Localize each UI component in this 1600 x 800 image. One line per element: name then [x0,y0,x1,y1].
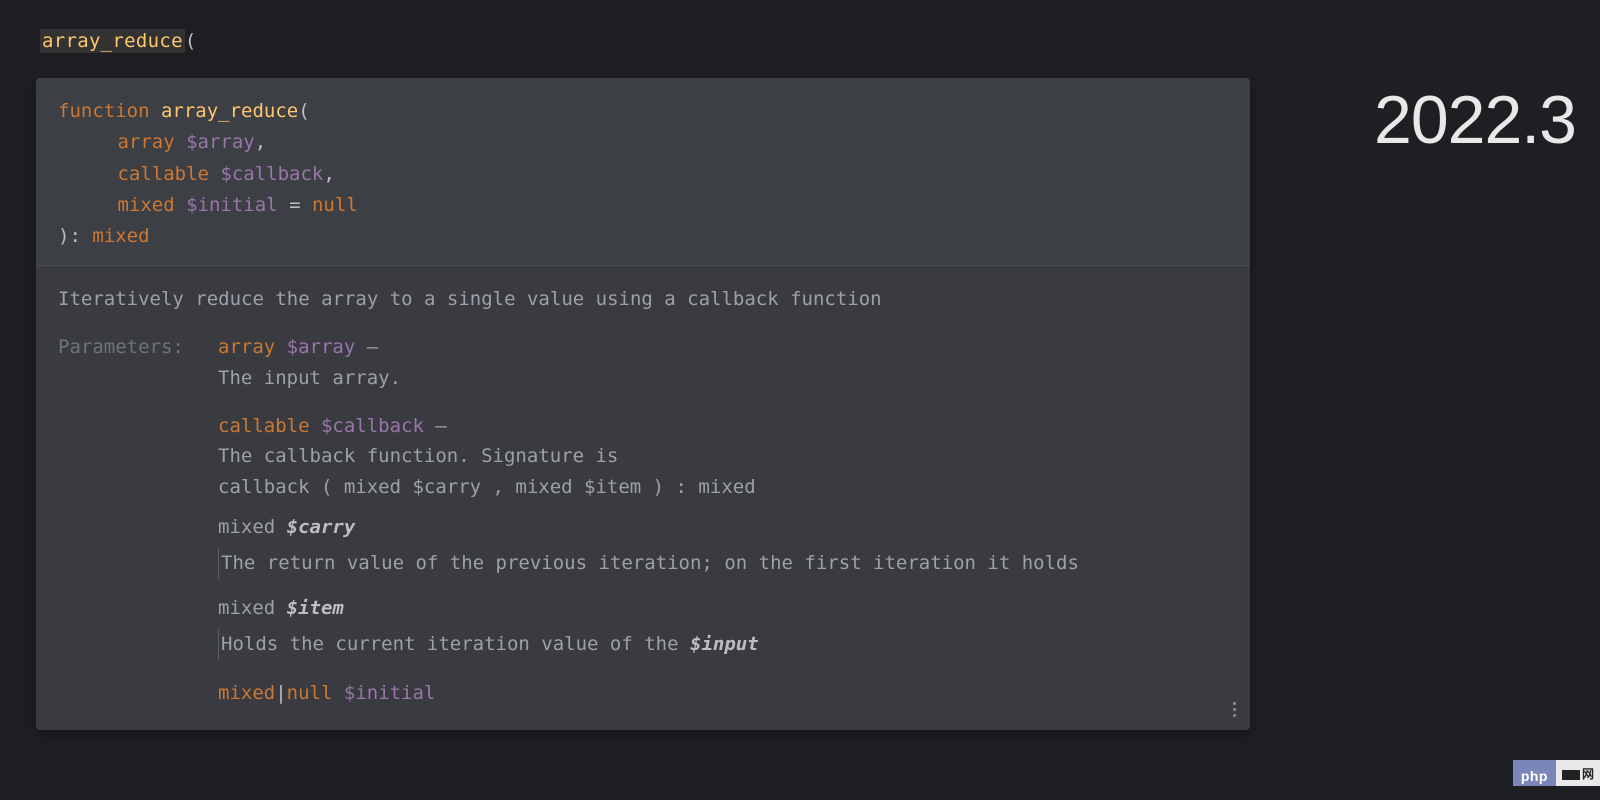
signature-param-name: $initial [186,194,278,216]
doc-param-desc: callback ( mixed $carry , mixed $item ) … [218,472,1228,502]
doc-param-desc: The input array. [218,363,1228,393]
signature-param-type: callable [117,163,209,185]
doc-param-name: $array [287,336,356,358]
doc-sub-body-var: $input [690,633,759,655]
signature-comma: , [255,131,266,153]
doc-param: array $array – The input array. [218,332,1228,393]
signature-close: ): [58,225,92,247]
window-titlebar [0,0,1600,22]
signature-open: ( [298,100,309,122]
doc-param-type: null [287,682,333,704]
doc-sub-type: mixed [218,597,287,619]
watermark-left: php [1513,760,1556,786]
signature-fn-name: array_reduce [161,100,298,122]
signature-comma: , [323,163,334,185]
doc-section: Iteratively reduce the array to a single… [36,266,1250,730]
code-paren: ( [185,30,197,52]
watermark-right-text: 网 [1582,765,1594,784]
doc-sub-body: Holds the current iteration value of the… [219,629,1228,659]
editor-line[interactable]: array_reduce( [0,22,1600,60]
more-actions-button[interactable] [1233,699,1236,720]
doc-sub-body: The return value of the previous iterati… [219,548,1228,578]
signature-param-name: $callback [220,163,323,185]
kebab-icon [1233,714,1236,717]
signature-return-type: mixed [92,225,149,247]
kebab-icon [1233,702,1236,705]
signature-param-type: array [117,131,174,153]
doc-param-dash: – [355,336,378,358]
doc-summary: Iteratively reduce the array to a single… [58,284,1228,314]
signature-param-type: mixed [117,194,174,216]
doc-param: mixed|null $initial [218,678,1228,708]
doc-param-desc: The callback function. Signature is [218,441,1228,471]
signature-default: null [312,194,358,216]
watermark: php 网 [1513,760,1600,786]
version-badge: 2022.3 [1374,66,1576,175]
doc-param-type-sep: | [275,682,286,704]
doc-param-type: callable [218,415,310,437]
doc-param-type: array [218,336,275,358]
watermark-icon [1562,770,1580,780]
kebab-icon [1233,708,1236,711]
doc-sub-quote: The return value of the previous iterati… [218,548,1228,578]
doc-param: callable $callback – The callback functi… [218,411,1228,660]
watermark-right: 网 [1556,760,1600,786]
doc-param-type: mixed [218,682,275,704]
doc-sub-var: $carry [287,516,356,538]
doc-sub-quote: Holds the current iteration value of the… [218,629,1228,659]
doc-sub-type: mixed [218,516,287,538]
code-fn-name: array_reduce [42,30,183,52]
signature-param-name: $array [186,131,255,153]
doc-param-name: $callback [321,415,424,437]
doc-param-dash: – [424,415,447,437]
doc-sub-var: $item [287,597,344,619]
signature-section: function array_reduce( array $array, cal… [36,78,1250,266]
doc-sub-body-text: Holds the current iteration value of the [221,633,690,655]
doc-param-name: $initial [344,682,436,704]
signature-keyword: function [58,100,150,122]
signature-eq: = [278,194,312,216]
params-label: Parameters: [58,332,218,708]
quick-doc-popup[interactable]: function array_reduce( array $array, cal… [36,78,1250,730]
